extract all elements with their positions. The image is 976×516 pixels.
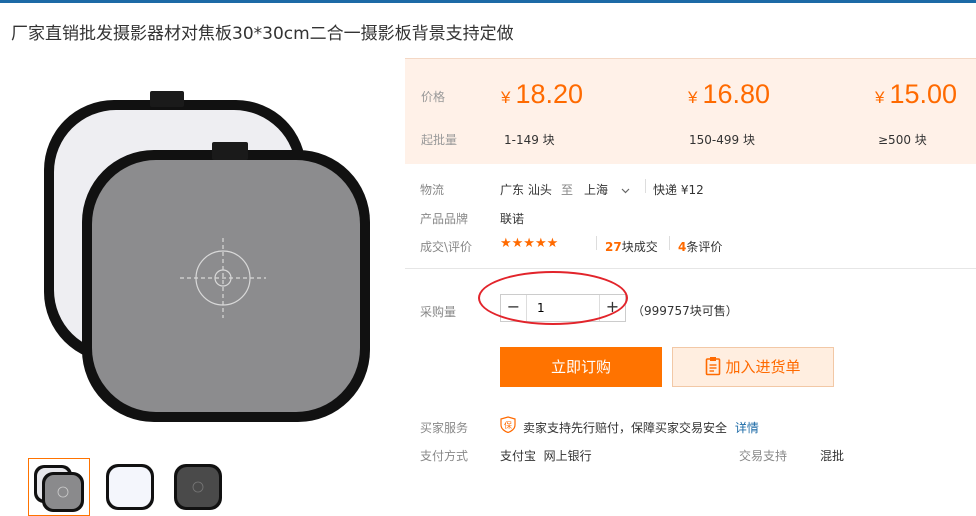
currency-symbol: ¥ (688, 88, 698, 107)
reviews-label: 成交\评价 (420, 240, 473, 254)
deals-text: 块成交 (621, 240, 658, 254)
deals-link[interactable]: 27块成交 (605, 238, 658, 255)
price-value: 18.20 (515, 79, 584, 109)
qty-range-2: 150-499 块 (689, 133, 755, 147)
payment-label: 支付方式 (420, 449, 469, 463)
quantity-stepper: − + (500, 294, 626, 322)
separator (669, 236, 670, 250)
logistics-label: 物流 (420, 183, 445, 197)
price-tier-2: ¥16.80 (688, 79, 770, 110)
brand-label: 产品品牌 (420, 212, 469, 226)
top-accent-bar (0, 0, 976, 3)
reviews-link[interactable]: 4条评价 (678, 238, 722, 255)
service-text: 卖家支持先行赔付，保障买家交易安全 详情 (523, 419, 759, 436)
currency-symbol: ¥ (501, 88, 511, 107)
product-title: 厂家直销批发摄影器材对焦板30*30cm二合一摄影板背景支持定做 (11, 24, 514, 44)
deals-count: 27 (605, 240, 622, 254)
details-link[interactable]: 详情 (735, 421, 759, 435)
ship-to-select[interactable]: 上海 (584, 181, 630, 198)
ship-from: 广东 汕头 (500, 183, 552, 197)
stock-available: （999757块可售） (632, 304, 738, 318)
payment-methods: 支付宝 网上银行 (500, 449, 592, 463)
thumbnail-white[interactable] (102, 458, 164, 516)
decrease-button[interactable]: − (501, 295, 527, 321)
price-value: 16.80 (702, 79, 771, 109)
buy-now-button[interactable]: 立即订购 (500, 347, 662, 387)
quantity-label: 采购量 (420, 305, 457, 319)
price-tier-1: ¥18.20 (501, 79, 583, 110)
trade-support-label: 交易支持 (739, 449, 788, 463)
thumbnail-dark[interactable] (170, 458, 232, 516)
increase-button[interactable]: + (599, 295, 625, 321)
add-to-cart-label: 加入进货单 (725, 358, 801, 376)
separator (645, 179, 646, 193)
service-label: 买家服务 (420, 421, 469, 435)
separator (596, 236, 597, 250)
ship-to-value: 上海 (584, 183, 609, 197)
express-fee: 快递 ¥12 (653, 183, 704, 197)
trade-support-value: 混批 (820, 449, 845, 463)
service-description: 卖家支持先行赔付，保障买家交易安全 (523, 421, 728, 435)
review-text: 条评价 (686, 240, 723, 254)
price-value: 15.00 (889, 79, 958, 109)
moq-label: 起批量 (421, 133, 458, 147)
thumbnail-gray-white[interactable] (28, 458, 90, 516)
price-label: 价格 (421, 90, 446, 104)
qty-range-3: ≥500 块 (878, 133, 927, 147)
currency-symbol: ¥ (875, 88, 885, 107)
price-tier-3: ¥15.00 (875, 79, 957, 110)
shield-guarantee-icon: 保 (500, 416, 516, 434)
add-to-cart-button[interactable]: 加入进货单 (672, 347, 834, 387)
chevron-down-icon (621, 183, 630, 197)
price-panel: 价格 起批量 ¥18.20 ¥16.80 ¥15.00 1-149 块 150-… (405, 58, 976, 164)
divider (405, 268, 976, 269)
qty-range-1: 1-149 块 (504, 133, 555, 147)
reflector-image (44, 91, 370, 422)
clipboard-icon (705, 357, 725, 376)
shield-glyph: 保 (504, 420, 512, 430)
quantity-input[interactable] (528, 295, 598, 321)
brand-value: 联诺 (500, 212, 525, 226)
to-word: 至 (561, 183, 574, 197)
product-main-image[interactable] (10, 70, 390, 440)
rating-stars: ★★★★★ (500, 236, 559, 251)
